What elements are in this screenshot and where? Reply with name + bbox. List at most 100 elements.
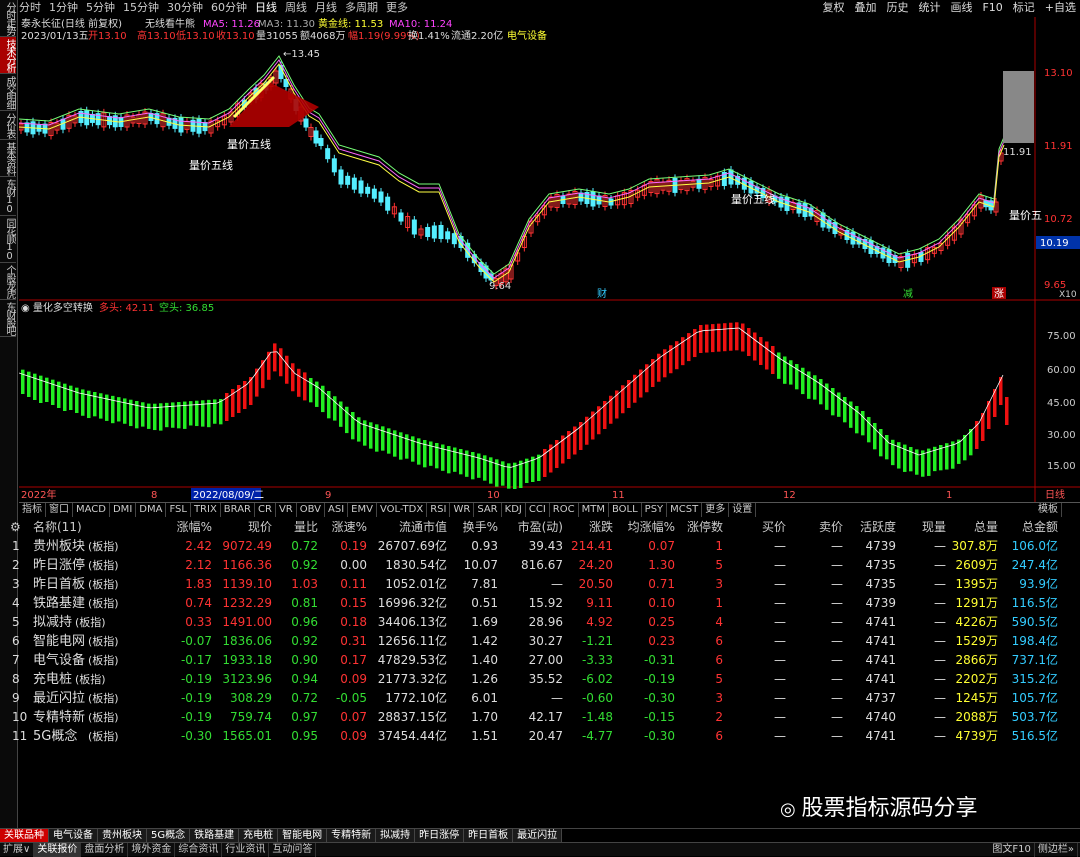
period-tab-5[interactable]: 60分钟 — [211, 0, 247, 16]
settings-gear-icon[interactable]: ⚙ — [10, 518, 21, 537]
period-tab-10[interactable]: 更多 — [386, 0, 408, 16]
indicator-tab-17[interactable]: KDJ — [502, 503, 526, 517]
indicator-tab-0[interactable]: 指标 — [19, 503, 46, 517]
col-header-3[interactable]: 量比 — [294, 518, 318, 537]
col-header-14[interactable]: 现量 — [922, 518, 946, 537]
toolbar-btn-2[interactable]: 历史 — [886, 0, 908, 16]
bottom-tab-0[interactable]: 关联品种 — [0, 829, 49, 843]
period-tab-3[interactable]: 15分钟 — [123, 0, 159, 16]
bottom-tab-9[interactable]: 昨日涨停 — [415, 829, 465, 843]
table-row[interactable]: 2 昨日涨停 (板指) 2.12 1166.36 0.92 0.00 1830.54亿 10.0… — [0, 556, 1080, 575]
status-item-2[interactable]: 盘面分析 — [81, 843, 129, 857]
status-item-4[interactable]: 综合资讯 — [175, 843, 223, 857]
bottom-tab-10[interactable]: 昨日首板 — [464, 829, 514, 843]
col-header-15[interactable]: 总量 — [974, 518, 998, 537]
period-tab-8[interactable]: 月线 — [315, 0, 337, 16]
indicator-tab-2[interactable]: MACD — [73, 503, 110, 517]
indicator-tab-10[interactable]: OBV — [297, 503, 325, 517]
col-header-1[interactable]: 涨幅% — [177, 518, 212, 537]
indicator-tab-23[interactable]: MCST — [667, 503, 703, 517]
indicator-tab-11[interactable]: ASI — [325, 503, 349, 517]
indicator-tab-7[interactable]: BRAR — [221, 503, 255, 517]
sidebar-item-2[interactable]: 成交明细 — [0, 74, 16, 111]
indicator-tab-24[interactable]: 更多 — [702, 503, 730, 517]
indicator-tab-18[interactable]: CCI — [526, 503, 550, 517]
bottom-tab-5[interactable]: 充电桩 — [239, 829, 279, 843]
status-item-3[interactable]: 境外资金 — [128, 843, 176, 857]
indicator-tab-20[interactable]: MTM — [579, 503, 609, 517]
bottom-tab-8[interactable]: 拟减持 — [376, 829, 416, 843]
period-tab-4[interactable]: 30分钟 — [167, 0, 203, 16]
indicator-tab-4[interactable]: DMA — [136, 503, 167, 517]
indicator-tab-15[interactable]: WR — [450, 503, 475, 517]
sidebar-item-3[interactable]: 分价表 — [0, 111, 16, 140]
period-tab-1[interactable]: 1分钟 — [49, 0, 78, 16]
indicator-tab-21[interactable]: BOLL — [609, 503, 642, 517]
col-header-13[interactable]: 活跃度 — [860, 518, 896, 537]
bottom-tab-6[interactable]: 智能电网 — [278, 829, 328, 843]
col-header-6[interactable]: 换手% — [463, 518, 498, 537]
sidebar-item-4[interactable]: 基本资料 — [0, 140, 16, 177]
table-row[interactable]: 1 贵州板块 (板指) 2.42 9072.49 0.72 0.19 26707.69亿 0.9… — [0, 537, 1080, 556]
status-item-6[interactable]: 互动问答 — [269, 843, 317, 857]
col-header-10[interactable]: 涨停数 — [687, 518, 723, 537]
bottom-tab-2[interactable]: 贵州板块 — [98, 829, 147, 843]
indicator-tab-5[interactable]: FSL — [166, 503, 191, 517]
table-row[interactable]: 9 最近闪拉 (板指) -0.19 308.29 0.72 -0.05 1772.10亿 6.0… — [0, 689, 1080, 708]
status-right-0[interactable]: 图文F10 — [989, 843, 1035, 857]
col-header-16[interactable]: 总金额 — [1022, 518, 1058, 537]
bottom-tab-11[interactable]: 最近闪拉 — [513, 829, 563, 843]
table-row[interactable]: 3 昨日首板 (板指) 1.83 1139.10 1.03 0.11 1052.01亿 7.81… — [0, 575, 1080, 594]
indicator-tab-16[interactable]: SAR — [474, 503, 502, 517]
col-header-12[interactable]: 卖价 — [819, 518, 843, 537]
sidebar-item-7[interactable]: 个股龙虎 — [0, 263, 16, 300]
indicator-tab-22[interactable]: PSY — [642, 503, 668, 517]
col-header-8[interactable]: 涨跌 — [589, 518, 613, 537]
status-item-0[interactable]: 扩展∨ — [0, 843, 35, 857]
bottom-tab-3[interactable]: 5G概念 — [147, 829, 191, 843]
indicator-tab-12[interactable]: EMV — [348, 503, 377, 517]
template-button[interactable]: 模板 — [1035, 503, 1062, 517]
toolbar-btn-6[interactable]: 标记 — [1013, 0, 1035, 16]
table-row[interactable]: 6 智能电网 (板指) -0.07 1836.06 0.92 0.31 12656.11亿 1.… — [0, 632, 1080, 651]
period-tab-0[interactable]: 分时 — [19, 0, 41, 16]
status-item-5[interactable]: 行业资讯 — [222, 843, 270, 857]
indicator-tab-6[interactable]: TRIX — [191, 503, 221, 517]
bottom-tab-1[interactable]: 电气设备 — [49, 829, 98, 843]
bottom-tab-4[interactable]: 铁路基建 — [190, 829, 240, 843]
sidebar-item-5[interactable]: 东财10 — [0, 177, 16, 216]
indicator-tab-19[interactable]: ROC — [550, 503, 579, 517]
table-row[interactable]: 11 5G概念 (板指) -0.30 1565.01 0.95 0.09 37454.44亿 1… — [0, 727, 1080, 746]
table-row[interactable]: 10 专精特新 (板指) -0.19 759.74 0.97 0.07 28837.15亿 1.… — [0, 708, 1080, 727]
period-tab-6[interactable]: 日线 — [255, 0, 277, 16]
col-header-7[interactable]: 市盈(动) — [518, 518, 563, 537]
col-header-4[interactable]: 涨速% — [332, 518, 367, 537]
sidebar-item-8[interactable]: 东财股吧 — [0, 300, 16, 337]
col-header-2[interactable]: 现价 — [248, 518, 272, 537]
table-row[interactable]: 4 铁路基建 (板指) 0.74 1232.29 0.81 0.15 16996.32亿 0.5… — [0, 594, 1080, 613]
bottom-tab-7[interactable]: 专精特新 — [327, 829, 377, 843]
table-row[interactable]: 5 拟减持 (板指) 0.33 1491.00 0.96 0.18 34406.13亿 1.69… — [0, 613, 1080, 632]
toolbar-btn-3[interactable]: 统计 — [918, 0, 940, 16]
col-header-9[interactable]: 均涨幅% — [628, 518, 675, 537]
indicator-tab-8[interactable]: CR — [255, 503, 276, 517]
period-tab-7[interactable]: 周线 — [285, 0, 307, 16]
col-header-0[interactable]: 名称(11) — [33, 518, 82, 537]
toolbar-btn-1[interactable]: 叠加 — [854, 0, 876, 16]
toolbar-btn-0[interactable]: 复权 — [822, 0, 844, 16]
sidebar-item-1[interactable]: 技术分析 — [0, 37, 16, 74]
status-right-1[interactable]: 侧边栏» — [1035, 843, 1078, 857]
indicator-tab-14[interactable]: RSI — [427, 503, 451, 517]
toolbar-btn-5[interactable]: F10 — [982, 0, 1002, 16]
sidebar-item-0[interactable]: 分时走势 — [0, 0, 16, 37]
indicator-tab-9[interactable]: VR — [276, 503, 297, 517]
indicator-tab-3[interactable]: DMI — [110, 503, 137, 517]
indicator-tab-13[interactable]: VOL-TDX — [377, 503, 428, 517]
period-tab-9[interactable]: 多周期 — [345, 0, 378, 16]
col-header-11[interactable]: 买价 — [762, 518, 786, 537]
period-tab-2[interactable]: 5分钟 — [86, 0, 115, 16]
sidebar-item-6[interactable]: 同花顺10 — [0, 216, 16, 263]
toolbar-btn-4[interactable]: 画线 — [950, 0, 972, 16]
toolbar-btn-7[interactable]: +自选 — [1045, 0, 1076, 16]
indicator-tab-25[interactable]: 设置 — [729, 503, 757, 517]
